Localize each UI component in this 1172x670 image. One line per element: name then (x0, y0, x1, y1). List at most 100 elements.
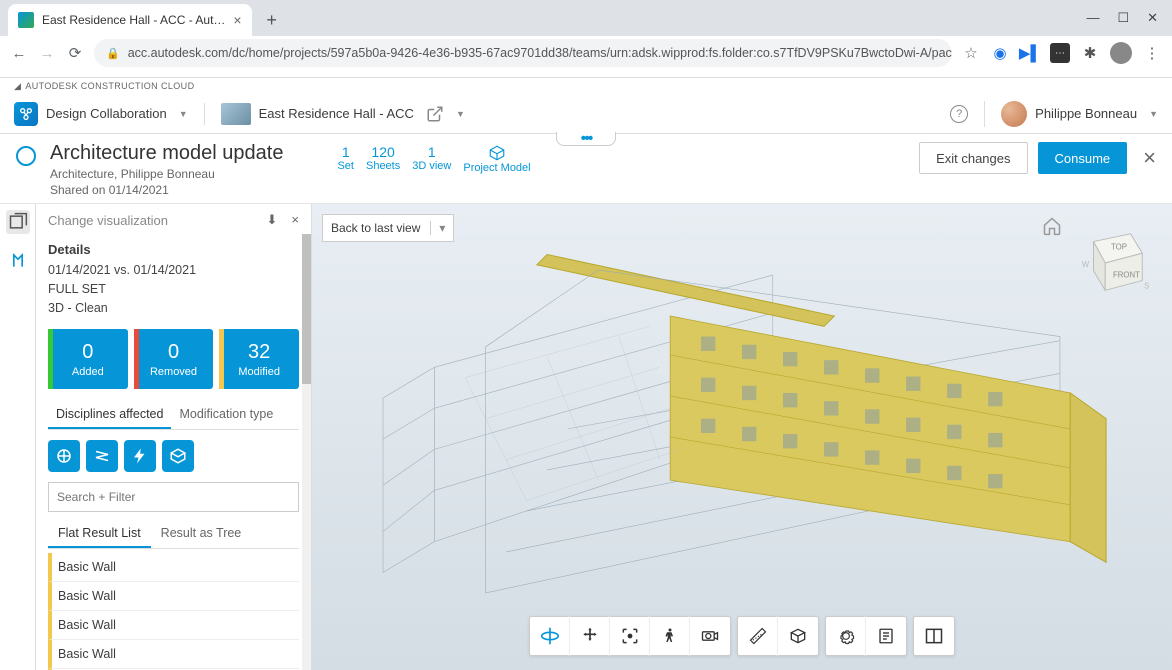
ext-icon-2[interactable]: ▶▌ (1020, 43, 1040, 63)
url-field[interactable]: 🔒 acc.autodesk.com/dc/home/projects/597a… (94, 39, 952, 67)
panel-title: Change visualization (48, 213, 168, 228)
result-item[interactable]: Basic Wall (48, 611, 299, 640)
tab-modification-type[interactable]: Modification type (171, 401, 281, 429)
project-selector[interactable]: East Residence Hall - ACC ▼ (204, 103, 465, 125)
panel-scrollbar[interactable] (302, 234, 311, 670)
back-icon[interactable]: ← (10, 45, 28, 62)
ext-icon-3[interactable]: ⋯ (1050, 43, 1070, 63)
window-controls: — ☐ ✕ (1086, 10, 1172, 36)
walk-icon[interactable] (650, 616, 690, 656)
stat-3dview[interactable]: 1 3D view (412, 144, 451, 172)
home-icon[interactable] (1042, 216, 1062, 236)
electrical-icon[interactable] (124, 440, 156, 472)
result-item[interactable]: Basic Wall (48, 582, 299, 611)
consume-button[interactable]: Consume (1038, 142, 1128, 174)
browser-tab[interactable]: East Residence Hall - ACC - Aut… × (8, 4, 252, 36)
navigate-icon[interactable] (6, 248, 30, 272)
measure-icon[interactable] (738, 616, 778, 656)
properties-icon[interactable] (866, 616, 906, 656)
close-window-icon[interactable]: ✕ (1147, 10, 1158, 26)
changes-icon[interactable] (6, 210, 30, 234)
user-name: Philippe Bonneau (1035, 106, 1137, 121)
change-cards: 0Added 0Removed 32Modified (48, 329, 299, 389)
package-title: Architecture model update (50, 142, 283, 165)
left-rail (0, 204, 36, 670)
main-area: Change visualization ⬇ × Details 01/14/2… (0, 204, 1172, 670)
maximize-icon[interactable]: ☐ (1117, 10, 1129, 26)
design-collab-icon (14, 102, 38, 126)
tab-flat-list[interactable]: Flat Result List (48, 520, 151, 548)
reload-icon[interactable]: ⟳ (66, 44, 84, 62)
favicon (18, 12, 34, 28)
result-item[interactable]: Basic Wall (48, 553, 299, 582)
stat-sheets[interactable]: 120 Sheets (366, 144, 400, 172)
model-viewer[interactable]: Back to last view ▾ TOP FRONT W S (312, 204, 1172, 670)
settings-icon[interactable] (826, 616, 866, 656)
added-card[interactable]: 0Added (48, 329, 128, 389)
zoom-icon[interactable] (610, 616, 650, 656)
forward-icon[interactable]: → (38, 45, 56, 62)
package-subtitle: Architecture, Philippe Bonneau (50, 167, 283, 181)
package-stats: 1 Set 120 Sheets 1 3D view Project Model (337, 142, 530, 174)
package-title-block: Architecture model update Architecture, … (50, 142, 283, 197)
extension-icons: ◉ ▶▌ ⋯ ✱ ⋮ (990, 42, 1162, 64)
star-icon[interactable]: ☆ (962, 44, 980, 62)
discipline-tabs: Disciplines affected Modification type (48, 401, 299, 430)
architecture-icon[interactable] (48, 440, 80, 472)
package-shared: Shared on 01/14/2021 (50, 183, 283, 197)
exit-changes-button[interactable]: Exit changes (919, 142, 1027, 174)
project-thumbnail (221, 103, 251, 125)
details-label: Details (48, 242, 299, 257)
package-header: ••• Architecture model update Architectu… (0, 134, 1172, 204)
address-bar: ← → ⟳ 🔒 acc.autodesk.com/dc/home/project… (0, 36, 1172, 70)
viewer-toolbar (529, 616, 955, 656)
brand-text: AUTODESK CONSTRUCTION CLOUD (25, 81, 194, 91)
menu-icon[interactable]: ⋮ (1142, 43, 1162, 63)
external-link-icon[interactable] (426, 105, 444, 123)
autodesk-logo-icon: ◢ (14, 81, 21, 92)
tab-bar: East Residence Hall - ACC - Aut… × + — ☐… (0, 0, 1172, 36)
brand-bar: ◢ AUTODESK CONSTRUCTION CLOUD (0, 78, 1172, 94)
app-header: Design Collaboration ▼ East Residence Ha… (0, 94, 1172, 134)
download-icon[interactable]: ⬇ (267, 212, 278, 228)
lock-icon: 🔒 (106, 47, 120, 60)
user-menu[interactable]: Philippe Bonneau ▼ (984, 101, 1158, 127)
close-panel-icon[interactable]: × (291, 212, 299, 228)
tab-tree[interactable]: Result as Tree (151, 520, 252, 548)
result-list: Basic Wall Basic Wall Basic Wall Basic W… (48, 553, 299, 670)
section-icon[interactable] (778, 616, 818, 656)
result-view-tabs: Flat Result List Result as Tree (48, 520, 299, 549)
minimize-icon[interactable]: — (1086, 10, 1099, 26)
extensions-icon[interactable]: ✱ (1080, 43, 1100, 63)
modified-card[interactable]: 32Modified (219, 329, 299, 389)
orbit-icon[interactable] (530, 616, 570, 656)
help-icon[interactable]: ? (950, 105, 968, 123)
date-compare: 01/14/2021 vs. 01/14/2021 (48, 261, 299, 280)
camera-icon[interactable] (690, 616, 730, 656)
changes-panel: Change visualization ⬇ × Details 01/14/2… (36, 204, 312, 670)
search-filter-input[interactable] (48, 482, 299, 512)
project-name: East Residence Hall - ACC (259, 106, 414, 121)
tab-disciplines[interactable]: Disciplines affected (48, 401, 171, 429)
building-model (342, 234, 1142, 644)
chevron-down-icon[interactable]: ▾ (430, 221, 445, 235)
pan-icon[interactable] (570, 616, 610, 656)
result-item[interactable]: Basic Wall (48, 640, 299, 669)
removed-card[interactable]: 0Removed (134, 329, 214, 389)
discipline-icons (48, 440, 299, 472)
profile-avatar-icon[interactable] (1110, 42, 1132, 64)
new-tab-button[interactable]: + (258, 6, 286, 34)
mechanical-icon[interactable] (162, 440, 194, 472)
drag-handle-icon[interactable]: ••• (556, 132, 616, 146)
svg-text:S: S (1144, 281, 1149, 290)
stat-set[interactable]: 1 Set (337, 144, 354, 172)
structural-icon[interactable] (86, 440, 118, 472)
browser-chrome: East Residence Hall - ACC - Aut… × + — ☐… (0, 0, 1172, 78)
close-tab-icon[interactable]: × (233, 12, 241, 28)
stat-project-model[interactable]: Project Model (463, 144, 530, 174)
ext-icon-1[interactable]: ◉ (990, 43, 1010, 63)
full-set-label: FULL SET (48, 280, 299, 299)
module-selector[interactable]: Design Collaboration ▼ (14, 102, 188, 126)
split-view-icon[interactable] (914, 616, 954, 656)
close-icon[interactable]: × (1143, 145, 1156, 171)
